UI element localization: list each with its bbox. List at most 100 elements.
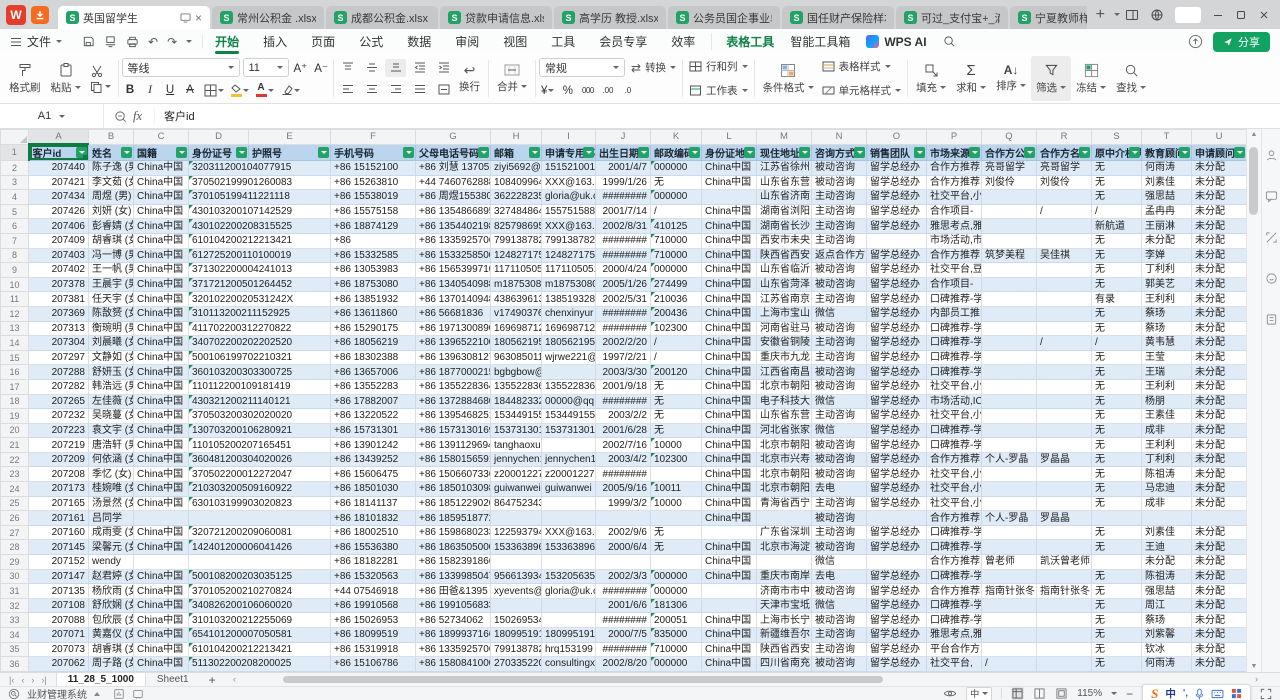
field-header-cell[interactable]: 身份证地址 [702,144,757,161]
cell[interactable]: 207062 [29,657,89,672]
cell[interactable] [1037,613,1092,628]
cell[interactable]: 李文茹 (女) [89,175,134,190]
cell[interactable]: / [982,657,1037,672]
sheet-tab-active[interactable]: 11_28_5_1000 [56,673,146,686]
cell[interactable]: 1534491551 [491,409,542,424]
cell[interactable]: 207147 [29,569,89,584]
cell[interactable]: 无 [1092,540,1142,555]
cell[interactable]: +86 13851932 [331,292,416,307]
cell[interactable]: 电子科技大 [757,394,812,409]
cell[interactable]: 360103200303300725 [189,365,331,380]
cell[interactable]: 未分配 [1192,204,1247,219]
cell[interactable]: 市场活动,市 [927,233,982,248]
cell[interactable]: 3622282354 [491,190,542,205]
cell[interactable]: 留学总经办 [867,496,927,511]
cell[interactable]: 2002/7/16 [596,438,651,453]
cell[interactable]: 无 [1092,467,1142,482]
cell[interactable]: 筑梦美程 [982,248,1037,263]
cell[interactable]: 未分配 [1192,190,1247,205]
merge-cells-button[interactable]: 合并 [492,56,532,101]
cell[interactable]: ######## [596,306,651,321]
cell[interactable]: 430102200208315525 [189,219,331,234]
cell[interactable]: 340826200106060020 [189,598,331,613]
cell[interactable]: 无 [1092,452,1142,467]
field-header-cell[interactable]: 国籍 [134,144,189,161]
cell[interactable]: 冯一博 (男) [89,248,134,263]
cell[interactable]: +86 1506607336 [416,467,491,482]
rail-tools-icon[interactable] [1265,231,1278,244]
cell[interactable]: 未分配 [1192,657,1247,672]
cell[interactable]: 无 [1092,598,1142,613]
wps-ai-button[interactable]: WPS AI [866,35,926,49]
cell[interactable]: China中国 [134,175,189,190]
row-header-9[interactable]: 9 [1,263,29,278]
cell[interactable] [1037,438,1092,453]
filter-dropdown-button[interactable] [1129,147,1140,158]
cell[interactable]: 10000 [651,438,702,453]
cell[interactable]: China中国 [702,263,757,278]
cell[interactable]: z20001227@ [542,467,596,482]
cell[interactable]: xyevents@ [491,584,542,599]
cell[interactable]: +86 1370140948 [416,292,491,307]
cell[interactable]: 310113200211152925 [189,306,331,321]
filter-dropdown-button[interactable] [638,147,649,158]
cell[interactable]: 新疆维吾尔 [757,628,812,643]
cell[interactable]: 陕西省西安 [757,248,812,263]
cell[interactable]: 8647523431 [491,496,542,511]
cell[interactable]: 835000 [651,628,702,643]
cell[interactable]: +86 周煜155380 [416,190,491,205]
cell[interactable]: 四川省南充 [757,657,812,672]
row-header-15[interactable]: 15 [1,350,29,365]
font-color-button[interactable]: A [254,81,276,99]
field-header-cell[interactable]: 护照号 [249,144,331,161]
cell[interactable]: 去电 [812,482,867,497]
cell[interactable]: +86 18101832 [331,511,416,526]
cell[interactable]: 王利利 [1142,292,1192,307]
cell[interactable]: 微信 [812,306,867,321]
cell[interactable]: 黄韦慧 [1142,336,1192,351]
fullscreen-icon[interactable] [1260,688,1272,700]
sogou-ime-icon[interactable]: S [1151,686,1158,700]
cell[interactable]: 2000/6/4 [596,540,651,555]
cell[interactable]: 刘素佳 [1142,175,1192,190]
field-header-cell[interactable]: 出生日期 [596,144,651,161]
cell[interactable]: 主动咨询 [812,336,867,351]
cell[interactable] [189,511,331,526]
cell[interactable]: 207265 [29,394,89,409]
formula-input[interactable]: 客户id [154,109,1280,123]
cell[interactable]: 被动咨询 [812,452,867,467]
cell[interactable]: 无 [1092,628,1142,643]
cell[interactable]: 370503200302020020 [189,409,331,424]
new-document-tab-button[interactable]: + [1092,6,1109,24]
cell[interactable]: 胡睿琪 (女) [89,642,134,657]
cell[interactable]: 安徽省铜陵 [757,336,812,351]
cell[interactable]: 207160 [29,525,89,540]
row-header-11[interactable]: 11 [1,292,29,307]
cell[interactable]: 210036 [651,292,702,307]
cell[interactable]: +86 13552283 [331,379,416,394]
cell[interactable]: 西安市未央 [757,233,812,248]
percent-button[interactable]: % [559,82,576,100]
cell[interactable]: 王素佳 [1142,409,1192,424]
cell[interactable]: 无 [651,423,702,438]
cell[interactable]: 刘晨曦 (女) [89,336,134,351]
cell[interactable]: 北京市朝阳 [757,482,812,497]
cell[interactable]: 410125 [651,219,702,234]
font-size-select[interactable]: 11 [243,58,289,77]
cell[interactable] [134,555,189,570]
cell[interactable]: 610104200212213421 [189,233,331,248]
cell[interactable]: 1248271755 [542,248,596,263]
cell[interactable]: China中国 [134,365,189,380]
cell[interactable]: 207426 [29,204,89,219]
menu-item-9[interactable]: 效率 [659,29,707,54]
cell[interactable]: tanghaoxu@ [491,438,542,453]
cell[interactable]: China中国 [702,321,757,336]
cell[interactable]: 口碑推荐-学 [927,321,982,336]
cell[interactable]: +86 15026953 [331,613,416,628]
cell[interactable]: 李婵 [1142,248,1192,263]
cell[interactable]: 未分配 [1192,292,1247,307]
cell[interactable]: 371302200004241013 [189,263,331,278]
cell[interactable]: +86 56681836 [416,306,491,321]
cell[interactable]: 雅思考点,雅 [927,219,982,234]
cell[interactable]: 8257986953 [491,219,542,234]
